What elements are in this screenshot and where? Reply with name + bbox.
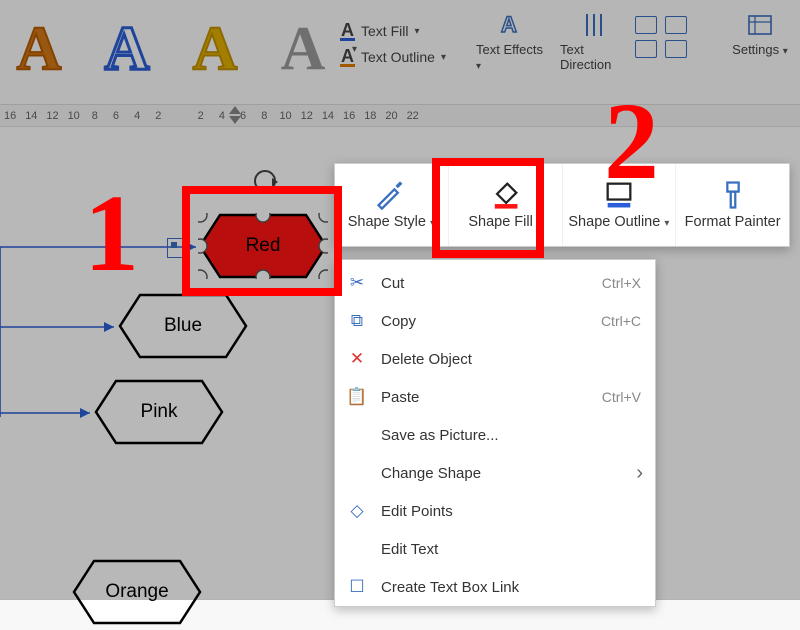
- wordart-style-4[interactable]: A: [264, 6, 342, 92]
- text-fill-button[interactable]: A Text Fill ▾: [340, 18, 446, 44]
- ribbon: A A A A ▾ A Text Fill ▾ A Text Outline ▾…: [0, 0, 800, 105]
- text-outline-icon: A: [340, 48, 355, 67]
- delete-icon: ✕: [345, 349, 369, 369]
- text-outline-dropdown-icon[interactable]: ▾: [441, 52, 446, 63]
- ruler-tick: 4: [131, 110, 143, 122]
- menu-copy-label: Copy: [381, 313, 416, 330]
- link-icon: ☐: [345, 577, 369, 597]
- callout-box-2: [432, 158, 544, 258]
- brush-icon: [374, 180, 408, 210]
- text-effects-label: Text Effects: [476, 42, 543, 57]
- ruler-tick: 18: [364, 110, 376, 122]
- shape-orange-label: Orange: [72, 559, 202, 625]
- text-outline-label: Text Outline: [361, 49, 435, 65]
- menu-copy-shortcut: Ctrl+C: [601, 313, 641, 329]
- menu-change-shape-label: Change Shape: [381, 465, 481, 482]
- format-painter-icon: [716, 180, 750, 210]
- menu-save-as-picture-label: Save as Picture...: [381, 427, 499, 444]
- ruler-tick: 14: [322, 110, 334, 122]
- text-outline-button[interactable]: A Text Outline ▾: [340, 44, 446, 70]
- text-direction-icon: [581, 10, 611, 40]
- wordart-style-1[interactable]: A: [0, 6, 78, 92]
- text-direction-label: Text Direction: [560, 42, 632, 72]
- menu-cut-shortcut: Ctrl+X: [602, 275, 641, 291]
- format-painter-button[interactable]: Format Painter: [676, 164, 789, 246]
- ruler-tick: 16: [343, 110, 355, 122]
- wordart-gallery[interactable]: A A A A ▾: [0, 6, 357, 92]
- text-fill-icon: A: [340, 22, 355, 41]
- context-menu: ✂ Cut Ctrl+X ⧉ Copy Ctrl+C ✕ Delete Object 📋 P…: [334, 259, 656, 607]
- ruler-tick: 2: [195, 110, 207, 122]
- menu-edit-points-label: Edit Points: [381, 503, 453, 520]
- menu-paste[interactable]: 📋 Paste Ctrl+V: [335, 378, 655, 416]
- scissors-icon: ✂: [345, 273, 369, 293]
- copy-icon: ⧉: [345, 311, 369, 331]
- shape-outline-label: Shape Outline: [568, 214, 660, 230]
- menu-delete[interactable]: ✕ Delete Object: [335, 340, 655, 378]
- indent-marker[interactable]: [229, 106, 241, 124]
- edit-points-icon: ◇: [345, 501, 369, 521]
- ruler-tick: 6: [110, 110, 122, 122]
- text-fill-label: Text Fill: [361, 23, 408, 39]
- settings-label: Settings: [732, 42, 779, 57]
- svg-text:A: A: [501, 12, 517, 37]
- align-btn-1[interactable]: [635, 16, 657, 34]
- shape-blue-label: Blue: [118, 293, 248, 359]
- menu-edit-text-label: Edit Text: [381, 541, 438, 558]
- ruler-tick: 12: [301, 110, 313, 122]
- ruler-tick: 22: [407, 110, 419, 122]
- align-btn-4[interactable]: [665, 40, 687, 58]
- ruler-tick: 12: [46, 110, 58, 122]
- paste-icon: 📋: [345, 387, 369, 407]
- shape-pink-hexagon[interactable]: Pink: [94, 379, 224, 445]
- text-fill-outline-group: A Text Fill ▾ A Text Outline ▾: [340, 18, 446, 70]
- ruler-tick: 8: [258, 110, 270, 122]
- callout-box-1: [182, 186, 342, 296]
- align-btn-3[interactable]: [635, 40, 657, 58]
- menu-copy[interactable]: ⧉ Copy Ctrl+C: [335, 302, 655, 340]
- callout-number-1: 1: [84, 170, 139, 297]
- settings-button[interactable]: Settings ▾: [724, 10, 796, 57]
- ruler-tick: 4: [216, 110, 228, 122]
- shape-blue-hexagon[interactable]: Blue: [118, 293, 248, 359]
- ruler-tick: 10: [68, 110, 80, 122]
- align-btn-2[interactable]: [665, 16, 687, 34]
- menu-change-shape[interactable]: •Change Shape: [335, 454, 655, 492]
- menu-edit-points[interactable]: ◇ Edit Points: [335, 492, 655, 530]
- ruler-tick: 8: [89, 110, 101, 122]
- ruler-tick: 2: [152, 110, 164, 122]
- text-direction-button[interactable]: Text Direction: [560, 10, 632, 72]
- text-effects-icon: A: [496, 10, 526, 40]
- shape-style-label: Shape Style: [348, 214, 426, 230]
- shape-orange-hexagon[interactable]: Orange: [72, 559, 202, 625]
- ruler-tick: 10: [279, 110, 291, 122]
- menu-cut-label: Cut: [381, 275, 404, 292]
- wordart-style-2[interactable]: A: [88, 6, 166, 92]
- ruler-tick: 16: [4, 110, 16, 122]
- menu-cut[interactable]: ✂ Cut Ctrl+X: [335, 264, 655, 302]
- menu-delete-label: Delete Object: [381, 351, 472, 368]
- menu-paste-label: Paste: [381, 389, 419, 406]
- menu-create-textbox-link-label: Create Text Box Link: [381, 579, 519, 596]
- format-painter-label: Format Painter: [685, 214, 781, 230]
- horizontal-ruler[interactable]: 16 14 12 10 8 6 4 2 2 4 6 8 10 12 14 16 …: [0, 105, 800, 127]
- ruler-tick: 20: [385, 110, 397, 122]
- wordart-style-3[interactable]: A: [176, 6, 254, 92]
- text-fill-dropdown-icon[interactable]: ▾: [414, 26, 419, 37]
- menu-paste-shortcut: Ctrl+V: [602, 389, 641, 405]
- menu-create-textbox-link[interactable]: ☐ Create Text Box Link: [335, 568, 655, 606]
- text-effects-button[interactable]: A Text Effects ▾: [476, 10, 546, 72]
- menu-save-as-picture[interactable]: •Save as Picture...: [335, 416, 655, 454]
- menu-edit-text[interactable]: •Edit Text: [335, 530, 655, 568]
- settings-icon: [745, 10, 775, 40]
- shape-pink-label: Pink: [94, 379, 224, 445]
- callout-number-2: 2: [604, 78, 659, 205]
- floating-shape-toolbar: Shape Style ▾ Shape Fill ▾ Shape Outline…: [334, 163, 790, 247]
- align-group: [635, 16, 687, 58]
- ruler-tick: 14: [25, 110, 37, 122]
